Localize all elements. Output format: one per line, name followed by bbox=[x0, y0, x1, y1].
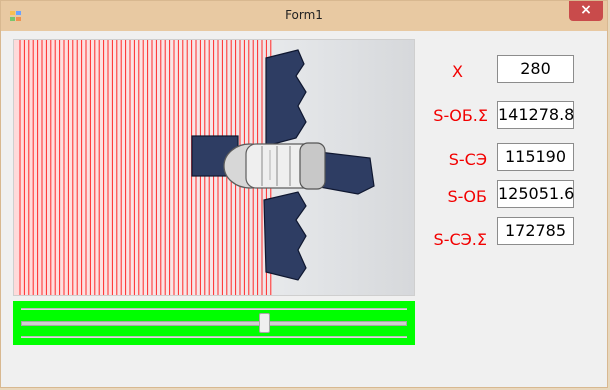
slider-bottom-line bbox=[21, 336, 407, 338]
label-s-se-sum: S-СЭ.Σ bbox=[433, 230, 487, 249]
value-x[interactable]: 280 bbox=[497, 55, 574, 83]
satellite-view bbox=[13, 39, 415, 296]
slider-thumb[interactable] bbox=[259, 313, 271, 333]
value-s-se[interactable]: 115190 bbox=[497, 143, 574, 171]
main-window: Form1 × X 280 S-ОБ.Σ 141278.8 S-СЭ 11519… bbox=[0, 0, 608, 388]
slider-top-line bbox=[21, 308, 407, 310]
value-s-se-sum[interactable]: 172785 bbox=[497, 217, 574, 245]
value-s-ob-sum[interactable]: 141278.8 bbox=[497, 101, 574, 129]
window-title: Form1 bbox=[285, 8, 323, 22]
label-x: X bbox=[452, 62, 463, 81]
satellite-illustration bbox=[14, 40, 375, 295]
label-s-ob-sum: S-ОБ.Σ bbox=[433, 106, 488, 125]
slider-track[interactable] bbox=[21, 321, 407, 326]
title-bar: Form1 × bbox=[1, 1, 607, 31]
label-s-se: S-СЭ bbox=[448, 150, 487, 169]
value-s-ob[interactable]: 125051.6 bbox=[497, 180, 574, 208]
position-slider[interactable] bbox=[13, 301, 415, 345]
close-button[interactable]: × bbox=[569, 1, 603, 21]
label-s-ob: S-ОБ bbox=[447, 187, 488, 206]
